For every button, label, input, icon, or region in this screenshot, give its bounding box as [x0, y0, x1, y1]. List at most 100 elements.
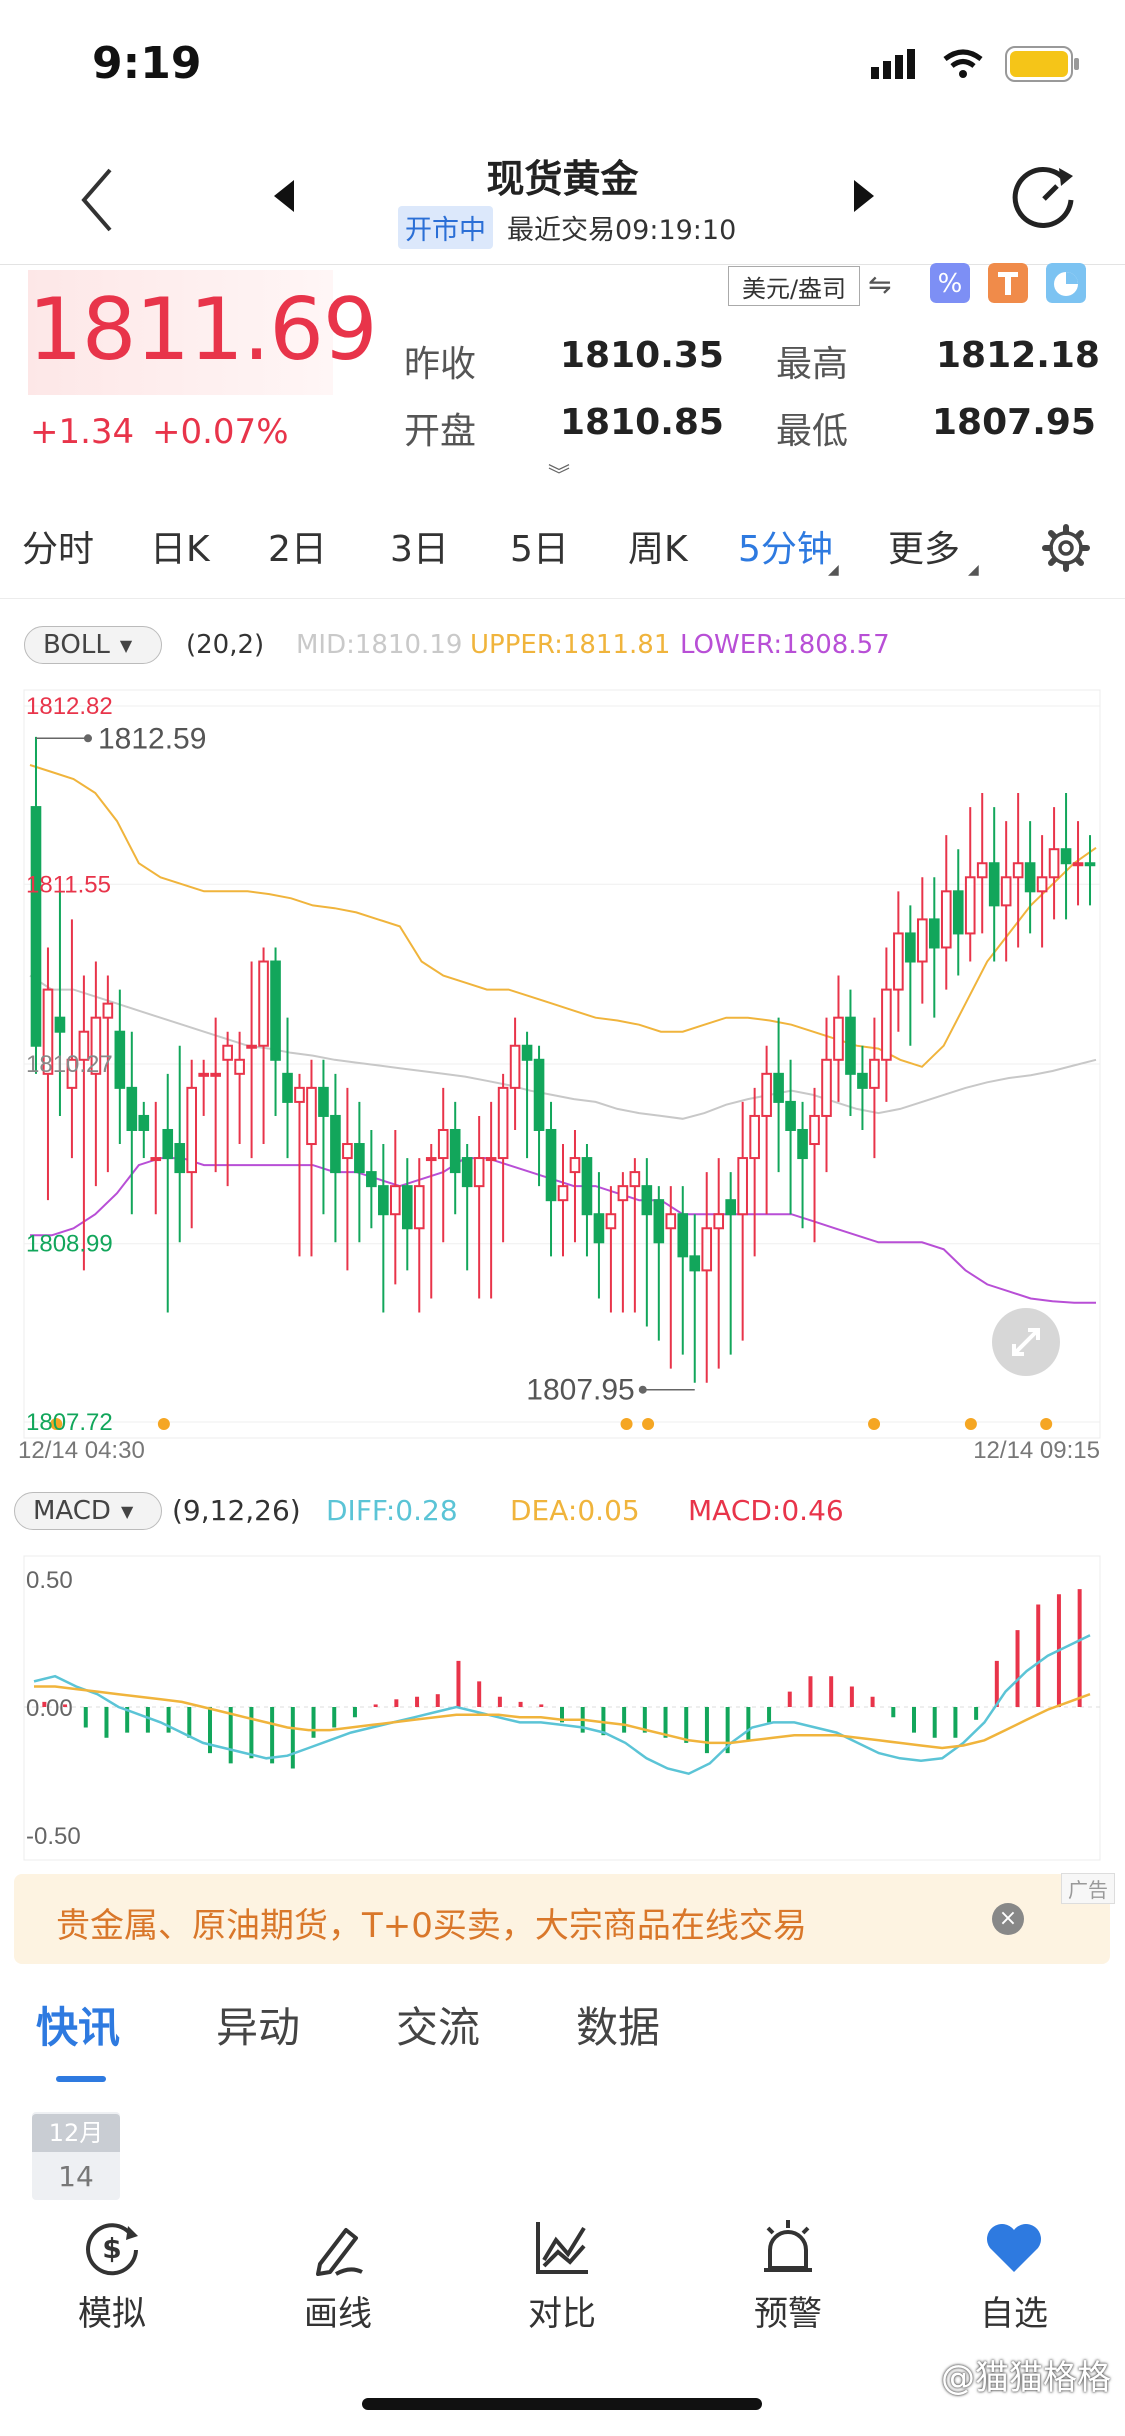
candle-body: [821, 1058, 832, 1117]
candle-body: [761, 1072, 772, 1117]
tab-daily[interactable]: 日K: [150, 520, 210, 572]
event-marker-dot: [964, 1418, 977, 1430]
candle-body: [545, 1128, 557, 1202]
macd-y-tick-label: 0.00: [26, 1695, 73, 1722]
next-instrument-icon[interactable]: [848, 176, 878, 216]
tab-news-flash[interactable]: 快讯: [36, 1994, 120, 2055]
ad-text[interactable]: 贵金属、原油期货，T+0买卖，大宗商品在线交易: [56, 1898, 807, 1947]
candle-body: [976, 862, 988, 879]
price-change-pct: +0.07%: [152, 412, 289, 452]
nav-compare[interactable]: 对比: [492, 2216, 632, 2335]
macd-chart[interactable]: 0.50 0.00 -0.50: [0, 1548, 1125, 1868]
wifi-icon: [943, 49, 983, 78]
candle-body: [330, 1114, 341, 1174]
candle-body: [461, 1157, 473, 1188]
candle-body: [1036, 876, 1048, 893]
candle-body: [246, 1044, 257, 1049]
candle-body: [425, 1157, 437, 1162]
swap-icon[interactable]: ⇋: [868, 268, 891, 301]
candle-body: [413, 1185, 425, 1230]
tab-2day[interactable]: 2日: [268, 520, 327, 572]
candle-body: [1084, 862, 1096, 867]
candle-body: [869, 1058, 880, 1089]
candle-body: [940, 890, 952, 949]
tab-5min-corner-icon: ◢: [828, 562, 839, 578]
expand-stats-icon[interactable]: ︾: [548, 458, 570, 490]
nav-compare-label: 对比: [528, 2294, 596, 2334]
candle-body: [845, 1016, 856, 1075]
market-open-badge: 开市中: [398, 206, 493, 249]
refresh-icon[interactable]: [1009, 162, 1079, 232]
tab-5min[interactable]: 5分钟: [738, 520, 833, 572]
nav-alert[interactable]: 预警: [718, 2216, 858, 2335]
tab-discussion[interactable]: 交流: [396, 1994, 480, 2055]
stat-label-prev-close: 昨收: [404, 344, 477, 385]
candle-body: [533, 1058, 545, 1131]
stat-label-low: 最低: [776, 411, 849, 452]
event-marker-dot: [157, 1418, 170, 1430]
tab-more[interactable]: 更多: [888, 520, 960, 572]
candle-body: [354, 1143, 365, 1174]
candle-body: [593, 1213, 605, 1244]
nav-draw[interactable]: 画线: [268, 2216, 408, 2335]
candle-body: [629, 1171, 641, 1188]
y-tick-label: 1811.55: [26, 871, 111, 898]
macd-params: (9,12,26): [172, 1494, 301, 1527]
candle-body: [1048, 848, 1060, 879]
candle-body: [581, 1157, 593, 1216]
macd-indicator-selector[interactable]: MACD ▼: [14, 1492, 162, 1530]
flag-tool-icon[interactable]: [988, 263, 1028, 303]
candle-body: [893, 932, 904, 991]
candle-body: [833, 1016, 844, 1061]
pie-tool-icon[interactable]: [1046, 263, 1086, 303]
candlestick-chart[interactable]: 1812.82 1811.55 1810.27 1808.99 1807.72 1812.…: [0, 680, 1125, 1460]
candle-body: [210, 1072, 221, 1077]
candle-body: [952, 890, 964, 935]
watermark: @猫猫格格: [941, 2358, 1111, 2398]
fullscreen-expand-icon[interactable]: [990, 1306, 1062, 1378]
candle-body: [485, 1157, 497, 1162]
svg-text:%: %: [938, 269, 963, 299]
percent-tool-icon[interactable]: %: [930, 263, 970, 303]
stat-value-open: 1810.85: [560, 402, 724, 443]
tab-anomalies[interactable]: 异动: [216, 1994, 300, 2055]
candle-body: [617, 1185, 629, 1202]
candle-body: [641, 1185, 653, 1216]
candle-body: [138, 1114, 150, 1131]
tab-more-corner-icon: ◢: [968, 562, 979, 578]
currency-unit-selector[interactable]: 美元/盎司: [728, 266, 860, 306]
tab-5day[interactable]: 5日: [510, 520, 569, 572]
macd-y-tick-label: -0.50: [26, 1823, 81, 1850]
high-price-label: 1812.59: [98, 722, 206, 755]
candle-body: [737, 1157, 748, 1216]
tab-3day[interactable]: 3日: [390, 520, 449, 572]
candle-body: [234, 1058, 245, 1075]
candle-body: [557, 1185, 569, 1202]
tab-intraday[interactable]: 分时: [22, 520, 94, 572]
boll-params: (20,2): [186, 630, 265, 660]
x-start-label: 12/14 04:30: [18, 1437, 145, 1460]
tab-weekly[interactable]: 周K: [628, 520, 688, 572]
nav-simulate[interactable]: $ 模拟: [42, 2216, 182, 2335]
candle-body: [1000, 876, 1012, 907]
candle-body: [54, 1016, 66, 1033]
settings-gear-icon[interactable]: [1040, 522, 1092, 574]
candle-body: [1060, 848, 1072, 865]
ad-tag: 广告: [1061, 1873, 1115, 1904]
close-icon[interactable]: ×: [992, 1903, 1024, 1935]
candle-body: [964, 876, 976, 935]
macd-dea-value: DEA:0.05: [510, 1494, 640, 1527]
candle-body: [174, 1143, 186, 1174]
home-indicator[interactable]: [362, 2398, 762, 2410]
candle-body: [785, 1100, 796, 1131]
heart-icon: [987, 2224, 1041, 2272]
candle-body: [401, 1185, 413, 1230]
macd-macd-value: MACD:0.46: [688, 1494, 844, 1527]
candle-body: [150, 1157, 162, 1162]
high-annotation-dot: [83, 734, 92, 743]
stat-value-high: 1812.18: [936, 335, 1100, 376]
boll-indicator-selector[interactable]: BOLL ▼: [24, 626, 162, 664]
nav-favorite[interactable]: 自选: [944, 2216, 1084, 2335]
candle-body: [797, 1128, 808, 1160]
tab-data[interactable]: 数据: [576, 1994, 660, 2055]
